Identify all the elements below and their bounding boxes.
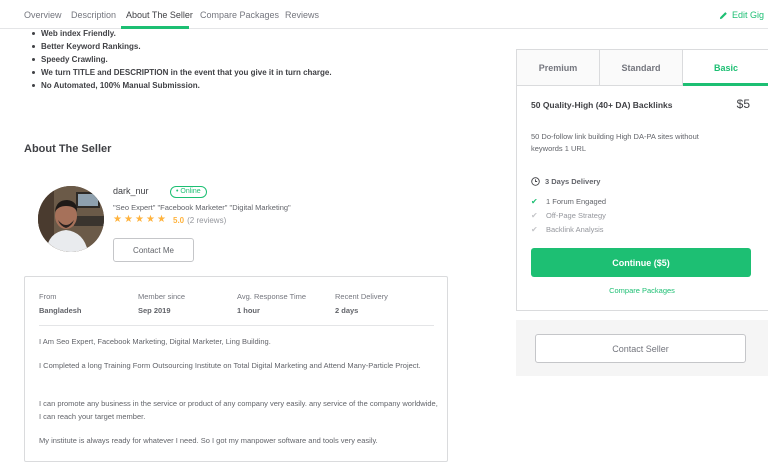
package-title: 50 Quality-High (40+ DA) Backlinks <box>531 100 673 110</box>
online-status-label: Online <box>180 188 201 195</box>
package-card: Premium Standard Basic 50 Quality-High (… <box>516 49 768 311</box>
star-icon: ★ <box>157 214 166 225</box>
stat-member-since: Member since Sep 2019 <box>138 292 185 315</box>
tab-overview[interactable]: Overview <box>24 10 62 20</box>
contact-seller-panel: Contact Seller <box>516 320 768 376</box>
check-icon: ✔ <box>531 225 538 234</box>
package-description: 50 Do-follow link building High DA-PA si… <box>531 132 699 153</box>
stat-value: 1 hour <box>237 306 260 315</box>
feature-item: Speedy Crawling. <box>32 53 332 66</box>
seller-tagline: "Seo Expert" "Facebook Marketer" "Digita… <box>113 203 291 212</box>
feature-label: Backlink Analysis <box>546 225 604 234</box>
edit-gig-link[interactable]: Edit Gig <box>719 10 764 20</box>
stat-value: Bangladesh <box>39 306 82 315</box>
check-icon: ✔ <box>531 197 538 206</box>
stat-label: Member since <box>138 292 186 301</box>
stat-recent-delivery: Recent Delivery 2 days <box>335 292 388 315</box>
tab-about-the-seller[interactable]: About The Seller <box>126 10 193 20</box>
seller-rating: ★ ★ ★ ★ ★ 5.0 (2 reviews) <box>113 215 226 225</box>
tab-reviews[interactable]: Reviews <box>285 10 319 20</box>
about-seller-heading: About The Seller <box>24 143 112 155</box>
avatar-photo <box>38 186 104 252</box>
seller-name[interactable]: dark_nur <box>113 186 149 196</box>
feature-item: Better Keyword Rankings. <box>32 40 332 53</box>
star-icon: ★ <box>124 214 133 225</box>
star-icon: ★ <box>146 214 155 225</box>
tab-premium[interactable]: Premium <box>517 50 600 86</box>
delivery-label: 3 Days Delivery <box>545 177 601 186</box>
rating-score: 5.0 <box>173 215 185 225</box>
tab-standard[interactable]: Standard <box>600 50 683 86</box>
contact-seller-button[interactable]: Contact Seller <box>535 334 746 363</box>
stat-value: 2 days <box>335 306 359 315</box>
delivery-time: 3 Days Delivery <box>531 177 600 186</box>
top-nav: Overview Description About The Seller Co… <box>0 0 768 29</box>
package-feature-backlink: ✔ Backlink Analysis <box>531 225 604 234</box>
tab-description[interactable]: Description <box>71 10 116 20</box>
contact-me-button[interactable]: Contact Me <box>113 238 194 262</box>
feature-item: No Automated, 100% Manual Submission. <box>32 79 332 92</box>
review-count[interactable]: (2 reviews) <box>187 216 226 225</box>
seller-description-paragraph: I Completed a long Training Form Outsour… <box>39 361 421 370</box>
clock-icon <box>531 177 540 186</box>
seller-description-paragraph: I can promote any business in the servic… <box>39 399 438 421</box>
stat-response-time: Avg. Response Time 1 hour <box>237 292 306 315</box>
star-icon: ★ <box>113 214 122 225</box>
seller-description-paragraph: My institute is always ready for whateve… <box>39 436 378 445</box>
package-feature-offpage: ✔ Off-Page Strategy <box>531 211 606 220</box>
pencil-icon <box>719 11 727 19</box>
package-feature-forum: ✔ 1 Forum Engaged <box>531 197 606 206</box>
seller-description-paragraph: I Am Seo Expert, Facebook Marketing, Dig… <box>39 337 271 346</box>
stat-label: From <box>39 292 57 301</box>
seller-info-card: From Bangladesh Member since Sep 2019 Av… <box>24 276 448 462</box>
tab-compare-packages[interactable]: Compare Packages <box>200 10 279 20</box>
compare-packages-link[interactable]: Compare Packages <box>517 286 767 295</box>
package-price: $5 <box>736 97 750 111</box>
star-icon: ★ <box>135 214 144 225</box>
feature-label: 1 Forum Engaged <box>546 197 607 206</box>
feature-item: Web index Friendly. <box>32 27 332 40</box>
feature-label: Off-Page Strategy <box>546 211 606 220</box>
stat-from: From Bangladesh <box>39 292 82 315</box>
feature-list: Web index Friendly. Better Keyword Ranki… <box>32 27 332 92</box>
seller-avatar[interactable] <box>38 186 104 252</box>
divider <box>39 325 434 326</box>
feature-item: We turn TITLE and DESCRIPTION in the eve… <box>32 66 332 79</box>
stat-value: Sep 2019 <box>138 306 171 315</box>
check-icon: ✔ <box>531 211 538 220</box>
stat-label: Recent Delivery <box>335 292 388 301</box>
online-status-badge: • Online <box>170 186 207 198</box>
tab-basic[interactable]: Basic <box>683 50 768 86</box>
stat-label: Avg. Response Time <box>237 292 307 301</box>
edit-gig-label: Edit Gig <box>731 10 764 20</box>
continue-button[interactable]: Continue ($5) <box>531 248 751 277</box>
